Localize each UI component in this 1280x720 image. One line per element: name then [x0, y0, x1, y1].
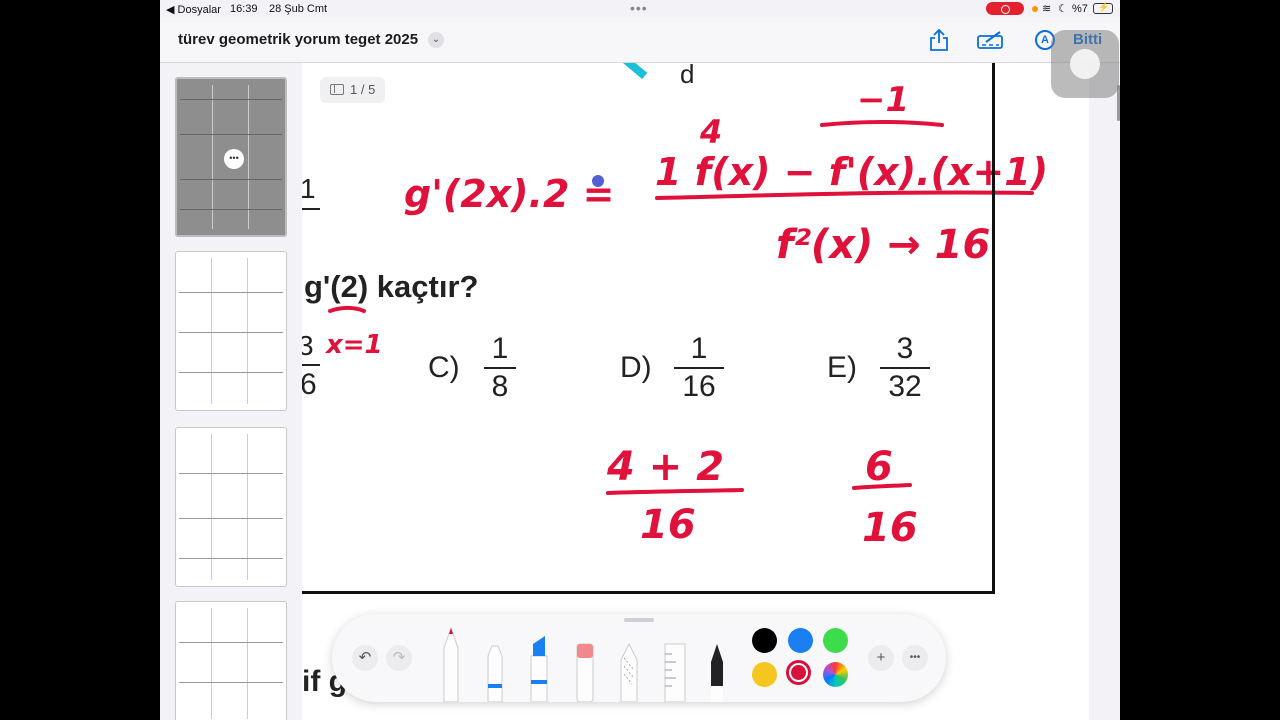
ink-sum-num: 4 + 2 [606, 444, 724, 490]
color-green-swatch[interactable] [823, 628, 848, 653]
lasso-tool[interactable] [618, 640, 640, 702]
more-options-icon[interactable]: ••• [902, 645, 928, 671]
back-to-files-link[interactable]: ◀ Dosyalar [166, 3, 221, 16]
status-bar: ◀ Dosyalar 16:39 28 Şub Cmt ••• ≋ ☾ %7 [160, 0, 1120, 18]
page-indicator[interactable]: 1 / 5 [320, 77, 386, 103]
ink-overline [820, 120, 944, 127]
color-picker-icon[interactable] [823, 662, 848, 687]
ink-denominator: f²(x) → 16 [776, 222, 990, 268]
status-time: 16:39 [230, 3, 258, 15]
ink-sum-den: 16 [640, 502, 696, 548]
ink-lhs: g'(2x).2 = [404, 172, 614, 216]
ink-result-bar [852, 483, 912, 490]
ink-dot [592, 175, 604, 187]
ink-small-neg1: −1 [857, 80, 909, 120]
toolbar-grip-handle[interactable] [624, 618, 654, 622]
navigation-bar: türev geometrik yorum teget 2025 ⌄ A Bit… [160, 18, 1120, 63]
page-thumbnail-4[interactable] [175, 601, 287, 720]
color-red-swatch[interactable] [786, 660, 811, 685]
ipad-screen: ◀ Dosyalar 16:39 28 Şub Cmt ••• ≋ ☾ %7 t… [160, 0, 1120, 720]
fountain-pen-tool[interactable] [706, 640, 728, 702]
add-icon[interactable]: + [868, 645, 894, 671]
redo-icon[interactable]: ↷ [386, 645, 412, 671]
chevron-down-icon[interactable]: ⌄ [428, 32, 444, 48]
battery-percentage: %7 [1072, 3, 1088, 15]
markup-toolbar: ↶ ↷ + ••• [332, 614, 946, 702]
page-thumbnail-3[interactable] [175, 427, 287, 587]
ink-small-4: 4 [699, 113, 722, 151]
markup-icon[interactable] [976, 28, 1006, 57]
ruler-tool[interactable] [662, 640, 688, 702]
ink-sum-bar [606, 488, 744, 495]
ink-underline-2 [328, 306, 366, 313]
document-title[interactable]: türev geometrik yorum teget 2025 [178, 31, 418, 48]
ink-result-den: 16 [862, 505, 918, 551]
ink-under-question: x=1 [324, 330, 383, 360]
color-black-swatch[interactable] [752, 628, 777, 653]
status-date: 28 Şub Cmt [269, 3, 328, 15]
highlighter-tool[interactable] [528, 632, 550, 702]
eraser-tool[interactable] [574, 640, 596, 702]
multitasking-dots-icon[interactable]: ••• [630, 0, 648, 16]
handwriting-layer: g'(2x).2 = 1 f(x) − f'(x).(x+1) 4 −1 f²(… [324, 80, 1048, 551]
marker-tool[interactable] [484, 630, 506, 702]
focus-moon-icon: ☾ [1058, 3, 1068, 15]
page-thumbnail-1[interactable]: ••• [175, 77, 287, 237]
ink-numerator: 1 f(x) − f'(x).(x+1) [655, 150, 1048, 194]
battery-icon [1093, 2, 1113, 14]
page-indicator-text: 1 / 5 [350, 82, 376, 97]
share-icon[interactable] [928, 28, 950, 57]
page-border-bottom [302, 591, 995, 594]
page-border-right [992, 63, 995, 593]
wifi-icon: ≋ [1042, 3, 1052, 15]
color-blue-swatch[interactable] [788, 628, 813, 653]
thumbnail-more-icon[interactable]: ••• [224, 149, 244, 169]
ink-result-num: 6 [865, 444, 893, 490]
pen-tool[interactable] [440, 624, 462, 702]
pages-icon [330, 84, 344, 95]
mic-indicator-icon [1032, 6, 1038, 12]
assistive-touch-button[interactable] [1051, 30, 1119, 98]
page-thumbnails-sidebar: ••• [160, 63, 302, 720]
screen-recording-icon[interactable] [986, 2, 1024, 15]
page-thumbnail-2[interactable] [175, 251, 287, 411]
color-yellow-swatch[interactable] [752, 662, 777, 687]
undo-icon[interactable]: ↶ [352, 645, 378, 671]
